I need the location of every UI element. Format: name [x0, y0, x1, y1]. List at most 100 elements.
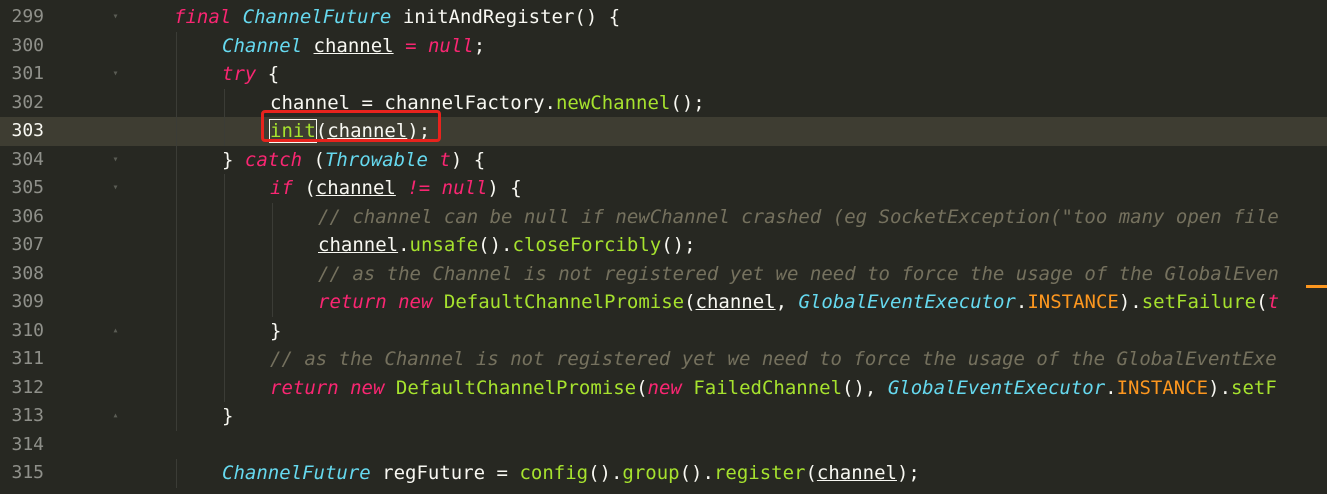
- code-line[interactable]: 300 Channel channel = null;: [0, 31, 1327, 61]
- code-token: ChannelFuture: [242, 6, 392, 28]
- line-number: 307: [11, 234, 44, 255]
- code-text: Channel channel = null;: [222, 32, 485, 61]
- indent-guide: [224, 373, 225, 402]
- code-token: closeForcibly: [512, 234, 662, 256]
- code-line[interactable]: 305 ▾ if (channel != null) {: [0, 174, 1327, 203]
- code-text: if (channel != null) {: [270, 174, 522, 203]
- code-token: GlobalEventExecutor: [798, 291, 1016, 313]
- code-token: DefaultChannelPromise: [395, 376, 637, 399]
- code-token: {: [256, 63, 280, 85]
- code-token: new: [647, 376, 682, 399]
- code-line[interactable]: 315 ChannelFuture regFuture = config().gr…: [0, 459, 1327, 488]
- fold-marker-icon[interactable]: ▾: [110, 182, 121, 194]
- code-token: ();: [661, 234, 696, 256]
- code-token: ().: [679, 462, 714, 484]
- code-line[interactable]: 306 // channel can be null if newChannel …: [0, 202, 1327, 231]
- indent-guide: [176, 345, 177, 374]
- code-token: if: [270, 177, 293, 199]
- code-token: ChannelFuture: [222, 462, 371, 484]
- code-text: ChannelFuture regFuture = config().group…: [222, 459, 920, 488]
- code-token: unsafe: [409, 234, 479, 256]
- code-token: ).: [1118, 291, 1142, 313]
- code-token: group: [622, 462, 680, 484]
- code-token: register: [713, 462, 806, 484]
- code-line[interactable]: 313 ▴}: [0, 402, 1327, 431]
- line-number: 306: [11, 205, 44, 227]
- code-line[interactable]: 314: [0, 431, 1327, 460]
- code-text: return new DefaultChannelPromise(new Fai…: [270, 374, 1277, 403]
- fold-marker-icon[interactable]: ▾: [110, 11, 121, 23]
- code-token: (: [1256, 291, 1268, 313]
- indent-guide: [176, 373, 177, 402]
- code-token: channel: [313, 34, 394, 57]
- code-line[interactable]: 310 ▴}: [0, 316, 1327, 346]
- indent-guide: [176, 60, 177, 89]
- code-token: channel: [315, 177, 396, 199]
- code-line[interactable]: 308 // as the Channel is not registered y…: [0, 259, 1327, 289]
- code-line[interactable]: 301 ▾ try {: [0, 60, 1327, 89]
- code-text: // as the Channel is not registered yet …: [270, 345, 1277, 374]
- code-line[interactable]: 309 return new DefaultChannelPromise(chan…: [0, 288, 1327, 317]
- line-number: 313: [11, 405, 44, 426]
- code-editor[interactable]: 299 ▾ final ChannelFuture initAndRegister(…: [0, 0, 1327, 494]
- indent-guide: [272, 288, 273, 317]
- code-token: ().: [478, 234, 513, 256]
- code-text: final ChannelFuture initAndRegister() {: [174, 3, 620, 32]
- code-line[interactable]: 302 channel = channelFactory.newChannel()…: [0, 88, 1327, 117]
- code-line[interactable]: 307 channel.unsafe().closeForcibly();: [0, 231, 1327, 260]
- line-number: 302: [11, 91, 44, 113]
- line-number: 314: [11, 433, 44, 455]
- line-number: 308: [11, 262, 44, 284]
- fold-marker-icon[interactable]: ▴: [110, 325, 121, 337]
- code-token: setFailure: [1141, 291, 1257, 313]
- indent-guide: [176, 88, 177, 117]
- code-token: }: [222, 405, 234, 427]
- code-line[interactable]: 312 return new DefaultChannelPromise(new …: [0, 373, 1327, 403]
- code-line[interactable]: 304 ▾} catch (Throwable t) {: [0, 145, 1327, 174]
- code-token: (: [805, 462, 817, 484]
- code-text: }: [270, 317, 281, 346]
- code-token: FailedChannel: [693, 376, 843, 399]
- fold-marker-icon[interactable]: ▴: [110, 410, 121, 422]
- fold-marker-icon[interactable]: ▾: [110, 154, 121, 166]
- indent-guide: [176, 316, 177, 345]
- code-token: new: [398, 291, 433, 313]
- indent-guide: [176, 259, 177, 288]
- code-token: ) {: [487, 177, 522, 199]
- code-line[interactable]: 311 // as the Channel is not registered y…: [0, 345, 1327, 374]
- code-token: =: [405, 34, 417, 57]
- indent-guide: [176, 231, 177, 260]
- code-token: t: [1267, 291, 1280, 313]
- fold-marker-icon[interactable]: ▾: [110, 68, 121, 80]
- indent-guide: [224, 316, 225, 345]
- code-text: // as the Channel is not registered yet …: [318, 260, 1279, 289]
- indent-guide: [176, 145, 177, 174]
- line-number: 304: [11, 148, 44, 170]
- code-line[interactable]: 299 ▾ final ChannelFuture initAndRegister(…: [0, 3, 1327, 32]
- line-number: 300: [11, 34, 44, 56]
- code-token: ).: [1208, 376, 1232, 399]
- code-token: new: [350, 376, 385, 399]
- code-token: // as the Channel is not registered yet …: [318, 262, 1279, 285]
- indent-guide: [272, 259, 273, 288]
- indent-guide: [272, 231, 273, 260]
- code-line[interactable]: 303 init(channel);: [0, 117, 1327, 146]
- code-token: newChannel: [555, 91, 671, 114]
- code-token: }: [270, 319, 282, 342]
- line-number: 299: [11, 6, 44, 27]
- code-token: channel: [816, 462, 897, 484]
- code-token: Throwable: [324, 148, 428, 171]
- code-text: return new DefaultChannelPromise(channel…: [318, 288, 1279, 317]
- code-text: channel.unsafe().closeForcibly();: [318, 231, 696, 260]
- indent-guide: [176, 459, 177, 488]
- code-token: (: [292, 177, 316, 199]
- indent-guide: [224, 288, 225, 317]
